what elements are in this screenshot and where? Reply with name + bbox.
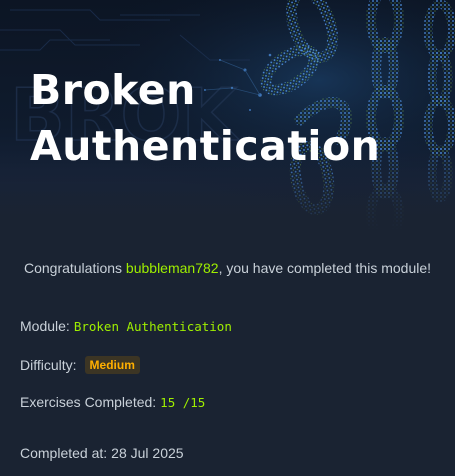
completion-card: BROK Broken Authentication Congratulatio…: [0, 0, 455, 476]
congrats-suffix: , you have completed this module!: [218, 260, 432, 276]
completed-row: Completed at: 28 Jul 2025: [20, 445, 184, 461]
module-row: Module: Broken Authentication: [20, 318, 232, 334]
module-label: Module:: [20, 318, 70, 334]
completed-date: 28 Jul 2025: [111, 445, 184, 461]
congratulations-message: Congratulations bubbleman782, you have c…: [0, 260, 455, 276]
exercises-label: Exercises Completed:: [20, 394, 157, 410]
difficulty-label: Difficulty:: [20, 357, 77, 373]
exercises-row: Exercises Completed: 15 /15: [20, 394, 205, 410]
module-value: Broken Authentication: [73, 318, 232, 334]
completed-label: Completed at:: [20, 445, 108, 461]
username: bubbleman782: [125, 260, 219, 276]
module-banner: BROK Broken Authentication: [0, 0, 455, 230]
module-title: Broken Authentication: [30, 66, 381, 170]
difficulty-badge: Medium: [84, 356, 140, 374]
difficulty-row: Difficulty: Medium: [20, 356, 140, 374]
exercises-value: 15 /15: [160, 394, 206, 410]
congrats-prefix: Congratulations: [23, 260, 126, 276]
